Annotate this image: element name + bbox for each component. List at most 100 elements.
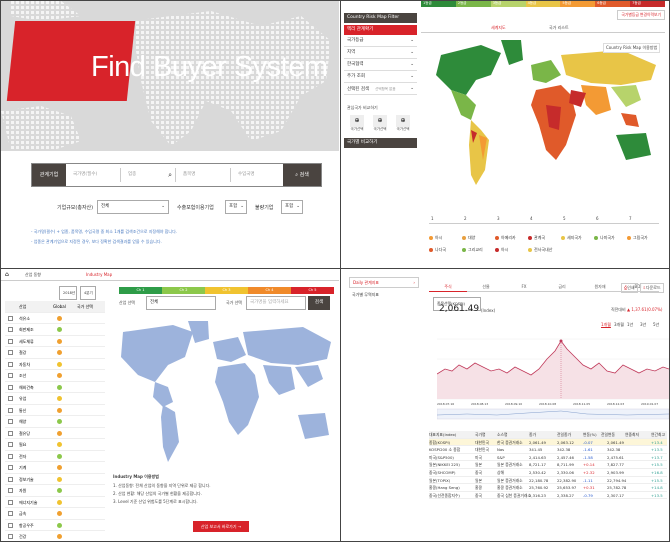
indicator-tab[interactable]: FX — [505, 282, 543, 292]
filter-item[interactable]: 선택된 검색 ⌄ 선택항목 없음 — [344, 83, 417, 95]
industry-row[interactable]: 해외건축 — [5, 382, 105, 393]
industry-icon — [8, 511, 13, 516]
industry-row[interactable]: 석유소 — [5, 313, 105, 324]
indicator-tab[interactable]: 금리 — [543, 282, 581, 292]
download-button[interactable]: ⇩다운로드 — [639, 283, 664, 293]
nav-industry-map[interactable]: Industry Map — [86, 272, 112, 277]
indicator-tab[interactable]: 주식 — [429, 282, 467, 292]
indicator-tab[interactable]: 원자재 — [581, 282, 619, 292]
table-row[interactable]: 미국(S&P500) 미국 S&P 2,414.63 2,457.46 -1.58 2,47… — [429, 454, 667, 462]
period-tab[interactable]: 1개월 — [601, 322, 611, 328]
export-insurance-select[interactable]: 포함 ⌄ — [225, 200, 247, 214]
table-cell: 대한민국 — [475, 447, 489, 453]
nav-industry-trend[interactable]: 산업 동향 — [25, 272, 41, 278]
industry-row[interactable]: 통신 — [5, 405, 105, 416]
indicator-tab[interactable]: 선물 — [467, 282, 505, 292]
industry-row[interactable]: 철강 — [5, 347, 105, 359]
industry-row[interactable]: 금속 — [5, 508, 105, 520]
grade-band: 4등급 — [525, 1, 561, 7]
country-input[interactable]: 국가명(필수) — [69, 168, 121, 182]
legend-item[interactable]: 그림국가 — [627, 235, 648, 241]
industry-row[interactable]: 정보기술 — [5, 474, 105, 485]
industry-row[interactable]: 세도체류 — [5, 336, 105, 347]
period-tab[interactable]: 1년 — [627, 322, 633, 328]
industry-icon — [8, 407, 13, 413]
index-line-chart[interactable] — [437, 329, 669, 424]
tab-world-map[interactable]: 세계지도 — [491, 25, 506, 31]
legend-item[interactable]: 나미국가 — [594, 235, 615, 241]
industry-icon — [8, 476, 13, 482]
table-row[interactable]: 일본(TOPIX) 일본 일본 증권거래소 22,180.78 22,382.90 -1.… — [429, 477, 667, 485]
industry-report-button[interactable]: 산업 보고서 바로가기 → — [193, 521, 249, 532]
table-cell: 22,180.78 — [529, 477, 549, 483]
menu-trade-indicators[interactable]: 국가별 무역지표 — [349, 290, 419, 301]
industry-map-panel: ⌂ 산업 동향 Industry Map 2018년 4분기 Ch 1 Ch 2C… — [1, 269, 339, 541]
industry-row[interactable]: 자원 — [5, 485, 105, 497]
industry-row[interactable]: 건강 — [5, 531, 105, 541]
period-tab[interactable]: 3개월 — [614, 322, 624, 328]
legend-item[interactable]: 관계국 — [528, 235, 545, 241]
compare-countries-button[interactable]: 국가별 비교하기 — [344, 138, 417, 148]
search-button[interactable]: ⌕ 검색 — [283, 164, 321, 186]
filter-item[interactable]: 지역 ⌄ — [344, 47, 417, 59]
table-cell: KOSPI200 소 종합 — [429, 447, 461, 453]
table-cell: 8,721.17 — [529, 462, 546, 468]
legend-item[interactable]: 전사국내산 — [528, 247, 552, 253]
print-button[interactable]: ⎙인쇄 — [621, 283, 638, 293]
legend-item[interactable]: 아메리카 — [495, 235, 516, 241]
industry-row[interactable]: 철유당 — [5, 428, 105, 439]
legend-item[interactable]: 나다국 — [429, 247, 446, 253]
legend-item[interactable]: 그리교리 — [462, 247, 483, 253]
select-country-button[interactable]: ⊕ 국가선택 — [347, 115, 367, 132]
table-cell: 2,903.99 — [607, 469, 624, 475]
filter-item[interactable]: 주가 조회 ⌄ — [344, 71, 417, 83]
industry-list: 산업 Global 국가 선택 석유소 회판제조 세도체류 철강 자동차 조선 해외건축 유업… — [5, 293, 105, 541]
world-risk-map[interactable] — [421, 35, 665, 207]
industry-row[interactable]: 자동차 — [5, 359, 105, 370]
home-icon[interactable]: ⌂ — [5, 271, 9, 278]
industry-row[interactable]: 해양 — [5, 416, 105, 428]
industry-select[interactable]: 전체 — [146, 296, 216, 310]
import-country-input[interactable]: 수입국명 — [234, 168, 282, 182]
select-country-button[interactable]: ⊕ 국가선택 — [370, 115, 390, 132]
legend-item[interactable]: 아시 — [495, 247, 508, 253]
industry-row[interactable]: 항공우주 — [5, 520, 105, 531]
menu-daily-indicators[interactable]: Daily 관계지표 › — [349, 277, 419, 288]
table-row[interactable]: 홍콩(Hang Seng) 홍콩 홍콩 증권거래소 25,760.92 25,653.9… — [429, 484, 667, 492]
industry-world-map[interactable] — [113, 317, 335, 467]
table-row[interactable]: KOSPI200 소 종합 대한민국 Nas 341.45 342.38 -1.61 342… — [429, 446, 667, 454]
industry-row[interactable]: 회판제조 — [5, 324, 105, 336]
map-tabs: 세계지도 국가 리스트 — [421, 23, 665, 33]
bad-company-select[interactable]: 포함 ⌄ — [281, 200, 303, 214]
industry-row[interactable]: 전자 — [5, 451, 105, 462]
industry-row[interactable]: 유업 — [5, 393, 105, 405]
item-input[interactable]: 품목명 — [179, 168, 231, 182]
company-size-select[interactable]: 전체 ⌄ — [97, 200, 169, 214]
grade-history-button[interactable]: 국가별등급 변경이력보기 — [617, 10, 665, 20]
map-help-link[interactable]: Country Risk Map 이용방법 — [603, 43, 661, 53]
industry-row[interactable]: 필요 — [5, 439, 105, 451]
industry-row[interactable]: 조선 — [5, 370, 105, 382]
country-search-button[interactable]: 검색 — [308, 296, 330, 310]
table-row[interactable]: 중국(SHCOMP) 중국 상해 2,530.42 2,330.06 +2.32 2,903… — [429, 469, 667, 477]
country-search-input[interactable]: 국가명을 입력하세요 — [246, 296, 306, 310]
filter-item[interactable]: 국가등급 ⌄ — [344, 35, 417, 47]
table-row[interactable]: 일본(NIKKEI 225) 일본 일본 증권거래소 8,721.17 8,711.99… — [429, 461, 667, 469]
filter-reset-button[interactable]: 엑리 관계확기 — [344, 25, 417, 35]
table-row[interactable]: 종합(KOSPI) 대한민국 한국 증권거래소 2,061.49 2,063.12 -0.… — [429, 438, 667, 447]
table-row[interactable]: 중국(선전종합지수) 중국 중국 심천 증권거래소 2,316.23 2,338.27 -… — [429, 492, 667, 500]
filter-heading: Country Risk Map Filter — [344, 13, 417, 23]
period-tab[interactable]: 3년 — [640, 322, 646, 328]
legend-item[interactable]: 대양 — [462, 235, 475, 241]
legend-item[interactable]: 세지국가 — [561, 235, 582, 241]
industry-row[interactable]: 에너지기술 — [5, 497, 105, 508]
filter-item[interactable]: 한국협력 ⌄ — [344, 59, 417, 71]
period-tab[interactable]: 5년 — [653, 322, 659, 328]
tab-country-list[interactable]: 국가 리스트 — [549, 25, 569, 31]
industry-row[interactable]: 기계 — [5, 462, 105, 474]
industry-input[interactable]: 업종 ⌕ — [124, 168, 176, 182]
legend-dot-icon — [495, 248, 499, 252]
legend-item[interactable]: 아시 — [429, 235, 442, 241]
select-country-button[interactable]: ⊕ 국가선택 — [393, 115, 413, 132]
table-cell: 중국(SHCOMP) — [429, 469, 456, 475]
